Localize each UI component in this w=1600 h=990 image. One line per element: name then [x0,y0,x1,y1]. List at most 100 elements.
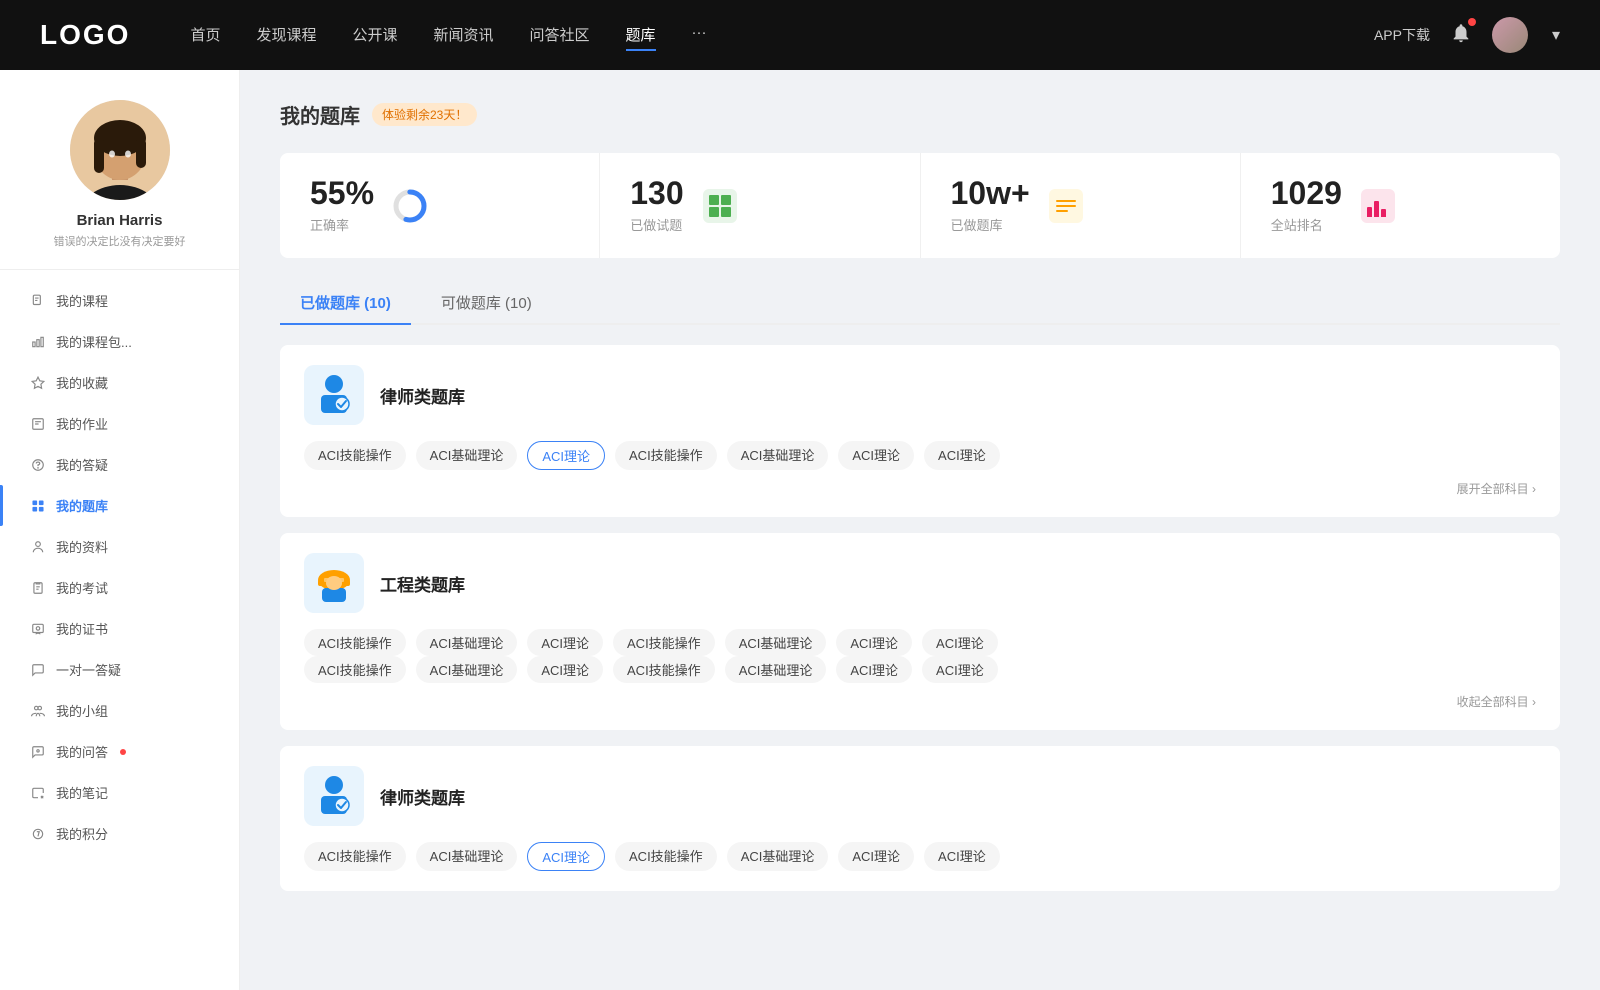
bank-tag[interactable]: ACI理论 [836,629,912,656]
app-download-button[interactable]: APP下载 [1374,25,1430,45]
bank-tag[interactable]: ACI基础理论 [725,629,827,656]
sidebar-motto: 错误的决定比没有决定要好 [54,233,186,249]
bank-tag[interactable]: ACI技能操作 [304,629,406,656]
nav-bank[interactable]: 题库 [626,20,656,51]
user-avatar[interactable] [1492,17,1528,53]
nav-qa[interactable]: 问答社区 [530,20,590,51]
bank-tag[interactable]: ACI技能操作 [615,842,717,871]
grid-icon [30,498,46,514]
sidebar-item-course-pkg[interactable]: 我的课程包... [0,321,239,362]
sidebar-item-profile[interactable]: 我的资料 [0,526,239,567]
sidebar-item-label: 我的积分 [56,824,108,843]
bank-tag[interactable]: ACI技能操作 [615,441,717,470]
bank-tag-active[interactable]: ACI理论 [527,842,605,871]
bank-tag[interactable]: ACI理论 [838,842,914,871]
bank-tag[interactable]: ACI技能操作 [613,629,715,656]
sidebar-item-label: 我的作业 [56,414,108,433]
group-icon [30,703,46,719]
done-questions-icon [700,186,740,226]
sidebar-item-label: 我的笔记 [56,783,108,802]
tabs-row: 已做题库 (10) 可做题库 (10) [280,282,1560,325]
bank-tag[interactable]: ACI理论 [527,629,603,656]
bank-tag[interactable]: ACI基础理论 [416,441,518,470]
sidebar-item-answerqa[interactable]: 我的答疑 [0,444,239,485]
bank-tag[interactable]: ACI基础理论 [727,842,829,871]
notification-bell[interactable] [1450,22,1472,49]
bank-tag[interactable]: ACI基础理论 [416,629,518,656]
bank-tag[interactable]: ACI技能操作 [613,656,715,683]
accuracy-icon [390,186,430,226]
main-content: 我的题库 体验剩余23天！ 55% 正确率 [240,70,1600,990]
stat-done-label: 已做试题 [630,215,683,234]
tab-available-banks[interactable]: 可做题库 (10) [421,282,552,323]
bank-tag[interactable]: ACI理论 [922,656,998,683]
navbar-right: APP下载 ▾ [1374,17,1560,53]
nav-courses[interactable]: 发现课程 [256,20,316,51]
bank-tag[interactable]: ACI基础理论 [416,842,518,871]
sidebar-item-1on1[interactable]: 一对一答疑 [0,649,239,690]
nav-home[interactable]: 首页 [190,20,220,51]
nav-more[interactable]: ··· [692,20,707,51]
bank-tag-active[interactable]: ACI理论 [527,441,605,470]
bank-card-lawyer-1: 律师类题库 ACI技能操作 ACI基础理论 ACI理论 ACI技能操作 ACI基… [280,345,1560,517]
bank-tag[interactable]: ACI理论 [924,842,1000,871]
sidebar-item-label: 我的课程包... [56,332,132,351]
ranking-icon [1358,186,1398,226]
bank-card-engineer: 工程类题库 ACI技能操作 ACI基础理论 ACI理论 ACI技能操作 ACI基… [280,533,1560,730]
bank-collapse-button[interactable]: 收起全部科目 › [304,693,1536,710]
bank-tags-engineer-row1: ACI技能操作 ACI基础理论 ACI理论 ACI技能操作 ACI基础理论 AC… [304,629,1536,656]
sidebar-item-label: 我的考试 [56,578,108,597]
done-banks-icon [1046,186,1086,226]
sidebar-item-my-questions[interactable]: 我的问答 [0,731,239,772]
navbar: LOGO 首页 发现课程 公开课 新闻资讯 问答社区 题库 ··· APP下载 … [0,0,1600,70]
bank-tags-engineer-row2: ACI技能操作 ACI基础理论 ACI理论 ACI技能操作 ACI基础理论 AC… [304,656,1536,683]
sidebar-item-homework[interactable]: 我的作业 [0,403,239,444]
bank-tag[interactable]: ACI基础理论 [727,441,829,470]
bank-title: 工程类题库 [380,571,465,596]
homework-icon [30,416,46,432]
tab-done-banks[interactable]: 已做题库 (10) [280,282,411,323]
bank-tag[interactable]: ACI基础理论 [725,656,827,683]
page-wrapper: Brian Harris 错误的决定比没有决定要好 我的课程 我的课程包... [0,70,1600,990]
sidebar-item-label: 我的答疑 [56,455,108,474]
bank-tag[interactable]: ACI理论 [924,441,1000,470]
user-dropdown-icon[interactable]: ▾ [1552,25,1560,45]
navbar-logo: LOGO [40,19,130,51]
bank-tags-lawyer-2: ACI技能操作 ACI基础理论 ACI理论 ACI技能操作 ACI基础理论 AC… [304,842,1536,871]
sidebar-item-notes[interactable]: 我的笔记 [0,772,239,813]
sidebar-item-course[interactable]: 我的课程 [0,280,239,321]
engineer-icon [304,553,364,613]
bank-tag[interactable]: ACI理论 [838,441,914,470]
sidebar-item-favorites[interactable]: 我的收藏 [0,362,239,403]
sidebar-username: Brian Harris [77,212,163,229]
stat-done-banks: 10w+ 已做题库 [921,153,1241,258]
sidebar-item-label: 我的小组 [56,701,108,720]
clipboard-icon [30,580,46,596]
bank-tag[interactable]: ACI基础理论 [416,656,518,683]
bank-tag[interactable]: ACI技能操作 [304,842,406,871]
stat-accuracy-value: 55% [310,177,374,209]
sidebar-item-cert[interactable]: 我的证书 [0,608,239,649]
sidebar-profile: Brian Harris 错误的决定比没有决定要好 [0,100,239,270]
sidebar-item-points[interactable]: 我的积分 [0,813,239,854]
bank-expand-button[interactable]: 展开全部科目 › [304,480,1536,497]
bank-tag[interactable]: ACI理论 [836,656,912,683]
bank-tag[interactable]: ACI理论 [922,629,998,656]
star-icon [30,375,46,391]
nav-news[interactable]: 新闻资讯 [434,20,494,51]
sidebar-item-group[interactable]: 我的小组 [0,690,239,731]
question-icon [30,457,46,473]
list-icon-box [1049,189,1083,223]
sidebar-item-exam[interactable]: 我的考试 [0,567,239,608]
bank-tag[interactable]: ACI技能操作 [304,656,406,683]
nav-open-course[interactable]: 公开课 [352,20,397,51]
sidebar-item-bank[interactable]: 我的题库 [0,485,239,526]
bank-tag[interactable]: ACI技能操作 [304,441,406,470]
bank-tag[interactable]: ACI理论 [527,656,603,683]
page-title-row: 我的题库 体验剩余23天！ [280,100,1560,129]
file-icon [30,293,46,309]
notification-badge [1468,18,1476,26]
sidebar-item-label: 我的证书 [56,619,108,638]
bank-list: 律师类题库 ACI技能操作 ACI基础理论 ACI理论 ACI技能操作 ACI基… [280,345,1560,891]
bar-icon-box [1361,189,1395,223]
